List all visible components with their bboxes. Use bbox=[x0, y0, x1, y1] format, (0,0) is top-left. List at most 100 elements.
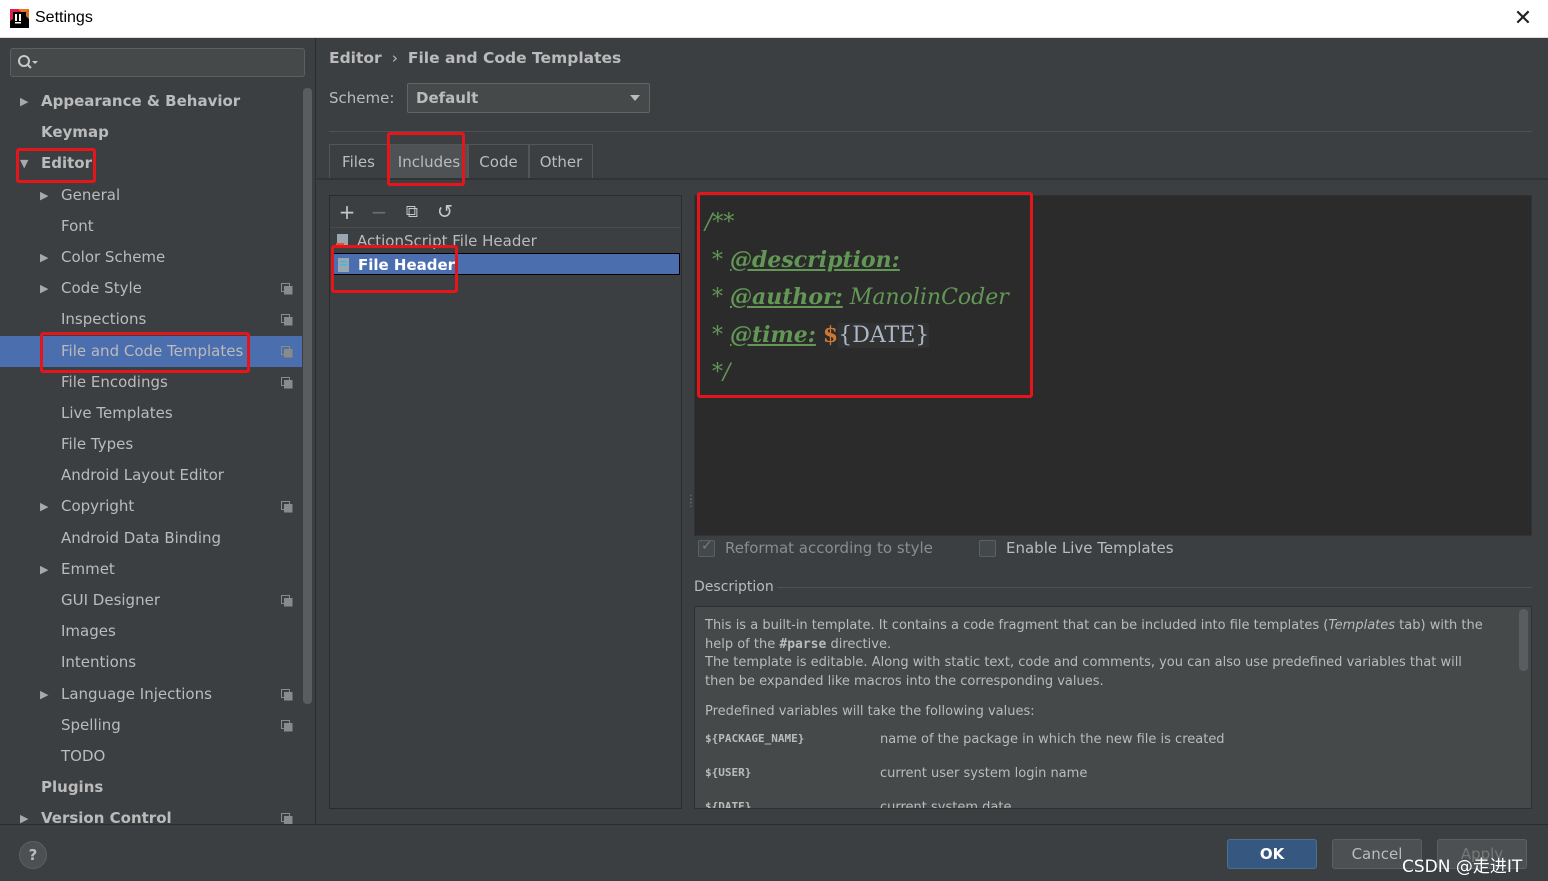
sidebar-item[interactable]: ▶ Appearance & Behavior bbox=[0, 86, 302, 117]
javadoc-tag: @author: bbox=[730, 284, 843, 310]
template-editor[interactable]: /** * @description: * @author: ManolinCo… bbox=[694, 195, 1532, 536]
intellij-app-icon bbox=[10, 9, 29, 28]
sidebar-item-label: Intentions bbox=[61, 653, 137, 672]
description-paragraph: This is a built-in template. It contains… bbox=[705, 618, 1483, 652]
splitter-handle[interactable]: ⋮ ⋮ bbox=[686, 495, 696, 512]
close-icon[interactable]: ✕ bbox=[1510, 6, 1536, 32]
scheme-dropdown[interactable]: Default bbox=[407, 83, 650, 113]
template-code: /** * @description: * @author: ManolinCo… bbox=[705, 210, 1009, 385]
project-scope-icon bbox=[281, 345, 293, 357]
sidebar-item[interactable]: TODO bbox=[0, 741, 302, 772]
scheme-label: Scheme: bbox=[329, 89, 395, 107]
add-icon[interactable]: + bbox=[335, 200, 359, 224]
sidebar-item[interactable]: GUI Designer bbox=[0, 585, 302, 616]
chevron-right-icon[interactable]: ▶ bbox=[40, 679, 48, 710]
chevron-right-icon[interactable]: ▶ bbox=[40, 554, 48, 585]
tab-includes[interactable]: Includes bbox=[390, 144, 468, 178]
divider bbox=[329, 131, 1532, 132]
scheme-value: Default bbox=[416, 89, 479, 107]
reformat-label: Reformat according to style bbox=[725, 539, 933, 557]
sidebar-item-label: Font bbox=[61, 216, 94, 235]
sidebar-item[interactable]: ▶ Copyright bbox=[0, 491, 302, 522]
sidebar-item[interactable]: ▶ Code Style bbox=[0, 273, 302, 304]
sidebar-item[interactable]: Android Layout Editor bbox=[0, 460, 302, 491]
chevron-right-icon[interactable]: ▶ bbox=[40, 242, 48, 273]
project-scope-icon bbox=[281, 813, 293, 824]
sidebar-item[interactable]: Intentions bbox=[0, 647, 302, 678]
sidebar-item-label: Appearance & Behavior bbox=[41, 92, 241, 110]
project-scope-icon bbox=[281, 688, 293, 701]
sidebar-item[interactable]: Inspections bbox=[0, 304, 302, 335]
description-title: Description bbox=[694, 579, 774, 595]
sidebar-item[interactable]: Keymap bbox=[0, 117, 302, 148]
variable-row: ${DATE} current system date bbox=[705, 800, 1485, 808]
sidebar-item-label: Inspections bbox=[61, 310, 147, 329]
sidebar-item[interactable]: Spelling bbox=[0, 710, 302, 741]
sidebar-item[interactable]: File Types bbox=[0, 429, 302, 460]
template-list-panel: + − ⧉ ↺ ActionScript File Header File He… bbox=[329, 195, 682, 809]
ok-button[interactable]: OK bbox=[1227, 839, 1317, 869]
sidebar-item[interactable]: ▶ General bbox=[0, 180, 302, 211]
breadcrumb-current: File and Code Templates bbox=[407, 49, 622, 67]
sidebar-item[interactable]: Live Templates bbox=[0, 398, 302, 429]
sidebar-item[interactable]: ▶ Version Control bbox=[0, 803, 302, 824]
live-templates-checkbox[interactable]: Enable Live Templates bbox=[979, 539, 1199, 561]
variable-desc: current user system login name bbox=[880, 766, 1088, 781]
description-panel: This is a built-in template. It contains… bbox=[694, 606, 1532, 809]
sidebar-item[interactable]: Android Data Binding bbox=[0, 523, 302, 554]
sidebar-item-label: Android Data Binding bbox=[61, 528, 222, 547]
sidebar-item-label: Code Style bbox=[61, 279, 142, 298]
search-input[interactable] bbox=[10, 48, 305, 77]
reformat-checkbox[interactable]: Reformat according to style bbox=[698, 538, 958, 561]
sidebar-item-label: GUI Designer bbox=[61, 591, 160, 609]
sidebar-item[interactable]: File and Code Templates bbox=[0, 335, 302, 367]
sidebar-item[interactable]: Font bbox=[0, 211, 302, 242]
sidebar-scrollbar[interactable] bbox=[303, 88, 312, 704]
window-title: Settings bbox=[35, 9, 93, 26]
tab-code[interactable]: Code bbox=[468, 144, 529, 178]
sidebar-item-label: Editor bbox=[41, 154, 92, 173]
sidebar-item-label: Language Injections bbox=[61, 684, 212, 703]
sidebar-item-label: Emmet bbox=[61, 559, 115, 578]
template-item-file-header[interactable]: File Header bbox=[332, 253, 680, 275]
file-icon bbox=[336, 234, 348, 248]
template-toolbar: + − ⧉ ↺ bbox=[330, 196, 681, 228]
chevron-right-icon[interactable]: ▶ bbox=[40, 491, 48, 522]
sidebar-item-label: Android Layout Editor bbox=[61, 466, 224, 485]
tab-files[interactable]: Files bbox=[329, 144, 388, 178]
chevron-right-icon[interactable]: ▶ bbox=[20, 803, 28, 824]
remove-icon[interactable]: − bbox=[367, 200, 391, 224]
checkbox[interactable] bbox=[698, 538, 715, 557]
sidebar-item[interactable]: ▶ Language Injections bbox=[0, 679, 302, 710]
chevron-right-icon[interactable]: ▶ bbox=[40, 180, 48, 211]
template-label: ActionScript File Header bbox=[357, 232, 537, 250]
sidebar-item[interactable]: File Encodings bbox=[0, 367, 302, 398]
sidebar-item[interactable]: ▶ Color Scheme bbox=[0, 242, 302, 273]
tab-other[interactable]: Other bbox=[529, 144, 593, 178]
chevron-down-icon bbox=[630, 95, 640, 101]
chevron-down-icon[interactable]: ▼ bbox=[20, 148, 28, 179]
reset-icon[interactable]: ↺ bbox=[433, 200, 457, 224]
sidebar-item[interactable]: ▶ Emmet bbox=[0, 554, 302, 585]
chevron-right-icon[interactable]: ▶ bbox=[20, 86, 28, 117]
checkbox[interactable] bbox=[979, 540, 996, 557]
chevron-right-icon[interactable]: ▶ bbox=[40, 273, 48, 304]
description-paragraph: Predefined variables will take the follo… bbox=[705, 704, 1035, 719]
title-bar: Settings ✕ bbox=[0, 0, 1548, 38]
copy-icon[interactable]: ⧉ bbox=[400, 200, 424, 224]
sidebar-item[interactable]: ▼ Editor bbox=[0, 148, 302, 179]
javadoc-tag: @time: bbox=[730, 321, 816, 348]
live-templates-label: Enable Live Templates bbox=[1006, 539, 1174, 557]
breadcrumb: Editor › File and Code Templates bbox=[329, 49, 621, 67]
sidebar-item[interactable]: Images bbox=[0, 616, 302, 647]
template-item-actionscript[interactable]: ActionScript File Header bbox=[332, 230, 680, 252]
sidebar-item-label: General bbox=[61, 185, 121, 204]
breadcrumb-separator: › bbox=[391, 49, 398, 67]
variable-row: ${USER} current user system login name bbox=[705, 766, 1485, 786]
help-button[interactable]: ? bbox=[19, 841, 47, 869]
sidebar-item-label: Live Templates bbox=[61, 403, 173, 422]
divider bbox=[777, 587, 1532, 588]
breadcrumb-parent[interactable]: Editor bbox=[329, 49, 382, 67]
description-scrollbar[interactable] bbox=[1519, 609, 1528, 671]
sidebar-item[interactable]: Plugins bbox=[0, 772, 302, 803]
